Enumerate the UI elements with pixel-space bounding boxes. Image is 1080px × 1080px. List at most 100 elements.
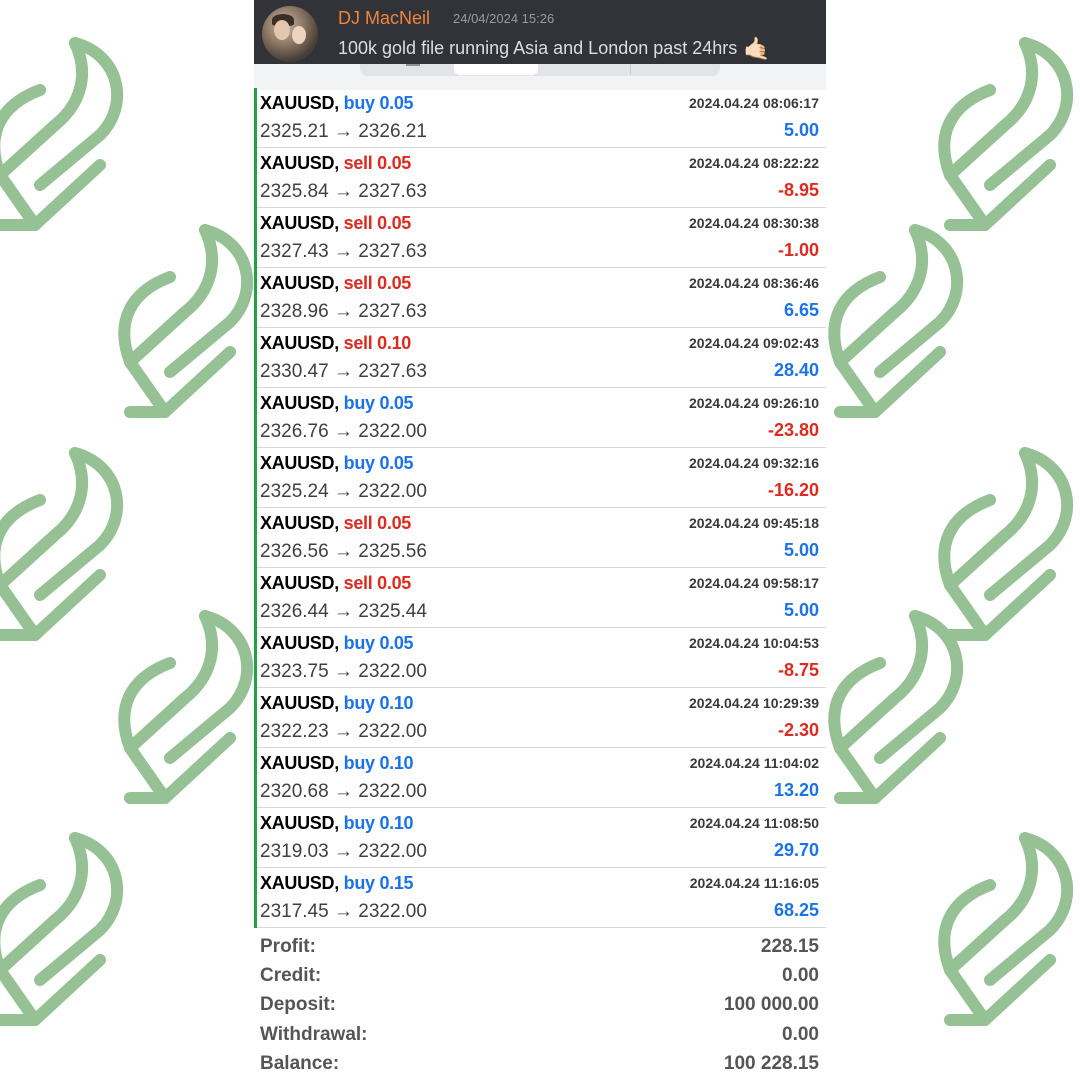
- trade-prices: 2327.43 → 2327.63: [260, 241, 427, 263]
- trade-row[interactable]: XAUUSD, sell 0.05 2328.96 → 2327.63 2024.0…: [254, 268, 826, 328]
- trade-row[interactable]: XAUUSD, buy 0.05 2325.21 → 2326.21 2024.04…: [254, 88, 826, 148]
- trade-prices: 2328.96 → 2327.63: [260, 301, 427, 323]
- trade-title: XAUUSD, sell 0.05: [260, 273, 411, 294]
- arrow-right-icon: →: [333, 661, 353, 682]
- trade-side: sell: [343, 153, 373, 173]
- row-marker: [254, 508, 257, 568]
- trade-time: 2024.04.24 09:32:16: [689, 455, 819, 471]
- open-price: 2328.96: [260, 301, 329, 322]
- trade-time: 2024.04.24 10:04:53: [689, 635, 819, 651]
- trade-title: XAUUSD, sell 0.10: [260, 333, 411, 354]
- trade-title: XAUUSD, buy 0.05: [260, 93, 414, 114]
- trade-title: XAUUSD, buy 0.05: [260, 633, 414, 654]
- open-price: 2330.47: [260, 361, 329, 382]
- close-price: 2322.00: [358, 421, 427, 442]
- trade-time: 2024.04.24 10:29:39: [689, 695, 819, 711]
- trade-row[interactable]: XAUUSD, buy 0.10 2319.03 → 2322.00 2024.04…: [254, 808, 826, 868]
- trade-row[interactable]: XAUUSD, buy 0.05 2325.24 → 2322.00 2024.04…: [254, 448, 826, 508]
- close-price: 2325.56: [358, 541, 427, 562]
- stylized-leaf-logo-icon: [110, 222, 260, 432]
- trade-prices: 2323.75 → 2322.00: [260, 661, 427, 683]
- trade-symbol: XAUUSD,: [260, 693, 339, 713]
- summary-label: Deposit:: [260, 994, 336, 1016]
- trade-symbol: XAUUSD,: [260, 633, 339, 653]
- arrow-right-icon: →: [333, 481, 353, 502]
- trade-row[interactable]: XAUUSD, sell 0.05 2326.44 → 2325.44 2024.0…: [254, 568, 826, 628]
- trade-lots: 0.10: [379, 813, 414, 833]
- trade-symbol: XAUUSD,: [260, 333, 339, 353]
- trade-title: XAUUSD, buy 0.05: [260, 453, 414, 474]
- trade-side: buy: [343, 693, 375, 713]
- summary-row: Credit: 0.00: [254, 963, 826, 992]
- trade-lots: 0.10: [379, 753, 414, 773]
- trade-side: sell: [343, 273, 373, 293]
- trade-title: XAUUSD, buy 0.10: [260, 813, 414, 834]
- trade-lots: 0.05: [379, 93, 414, 113]
- trade-prices: 2325.84 → 2327.63: [260, 181, 427, 203]
- trade-profit: 29.70: [773, 840, 819, 860]
- trade-side: buy: [343, 873, 375, 893]
- trade-title: XAUUSD, sell 0.05: [260, 573, 411, 594]
- summary-label: Profit:: [260, 936, 316, 957]
- open-price: 2325.21: [260, 121, 329, 142]
- trade-symbol: XAUUSD,: [260, 753, 339, 773]
- trade-profit: 28.40: [773, 360, 819, 380]
- row-marker: [254, 748, 257, 808]
- trade-row[interactable]: XAUUSD, sell 0.05 2326.56 → 2325.56 2024.0…: [254, 508, 826, 568]
- open-price: 2325.84: [260, 181, 329, 202]
- trade-time: 2024.04.24 09:26:10: [689, 395, 819, 411]
- trade-row[interactable]: XAUUSD, buy 0.05 2323.75 → 2322.00 2024.04…: [254, 628, 826, 688]
- chat-timestamp: 24/04/2024 15:26: [453, 11, 555, 26]
- trade-profit: 5.00: [783, 120, 819, 140]
- trade-symbol: XAUUSD,: [260, 213, 339, 233]
- trade-time: 2024.04.24 09:45:18: [689, 515, 819, 531]
- row-marker: [254, 448, 257, 508]
- trade-row[interactable]: XAUUSD, buy 0.10 2322.23 → 2322.00 2024.04…: [254, 688, 826, 748]
- summary-label: Balance:: [260, 1052, 340, 1074]
- trade-profit: -23.80: [767, 420, 819, 440]
- trade-symbol: XAUUSD,: [260, 453, 339, 473]
- trade-row[interactable]: XAUUSD, buy 0.15 2317.45 → 2322.00 2024.04…: [254, 868, 826, 928]
- trade-row[interactable]: XAUUSD, sell 0.05 2325.84 → 2327.63 2024.0…: [254, 148, 826, 208]
- trade-time: 2024.04.24 09:02:43: [689, 335, 819, 351]
- trade-symbol: XAUUSD,: [260, 873, 339, 893]
- trade-profit: 5.00: [783, 600, 819, 620]
- trade-side: buy: [343, 93, 375, 113]
- tab-active[interactable]: [454, 64, 538, 75]
- row-marker: [254, 628, 257, 688]
- chat-author[interactable]: DJ MacNeil: [338, 8, 430, 29]
- trade-row[interactable]: XAUUSD, sell 0.10 2330.47 → 2327.63 2024.0…: [254, 328, 826, 388]
- row-marker: [254, 388, 257, 448]
- trade-row[interactable]: XAUUSD, buy 0.05 2326.76 → 2322.00 2024.04…: [254, 388, 826, 448]
- trade-side: buy: [343, 393, 375, 413]
- summary-row: Withdrawal: 0.00: [254, 1022, 826, 1051]
- trade-row[interactable]: XAUUSD, sell 0.05 2327.43 → 2327.63 2024.0…: [254, 208, 826, 268]
- trade-title: XAUUSD, sell 0.05: [260, 213, 411, 234]
- trade-side: buy: [343, 753, 375, 773]
- arrow-right-icon: →: [333, 241, 353, 262]
- trade-profit: -1.00: [777, 240, 819, 260]
- trade-time: 2024.04.24 11:16:05: [689, 875, 819, 891]
- trade-side: buy: [343, 453, 375, 473]
- arrow-right-icon: →: [333, 901, 353, 922]
- arrow-right-icon: →: [333, 301, 353, 322]
- summary-row: Balance: 100 228.15: [254, 1051, 826, 1080]
- tab-bar: [254, 64, 826, 90]
- trade-lots: 0.10: [377, 333, 411, 353]
- row-marker: [254, 868, 257, 928]
- trade-time: 2024.04.24 08:36:46: [689, 275, 819, 291]
- trade-row[interactable]: XAUUSD, buy 0.10 2320.68 → 2322.00 2024.04…: [254, 748, 826, 808]
- summary-value: 228.15: [760, 936, 819, 957]
- close-price: 2326.21: [358, 121, 427, 142]
- trade-time: 2024.04.24 09:58:17: [689, 575, 819, 591]
- trade-lots: 0.05: [377, 273, 411, 293]
- arrow-right-icon: →: [333, 841, 353, 862]
- trade-profit: -8.75: [777, 660, 819, 680]
- chat-message-body: 100k gold file running Asia and London p…: [338, 38, 738, 58]
- trade-title: XAUUSD, sell 0.05: [260, 513, 411, 534]
- user-avatar-icon[interactable]: [262, 6, 318, 62]
- close-price: 2322.00: [358, 781, 427, 802]
- arrow-right-icon: →: [333, 601, 353, 622]
- trade-lots: 0.05: [377, 153, 411, 173]
- trade-lots: 0.05: [377, 573, 411, 593]
